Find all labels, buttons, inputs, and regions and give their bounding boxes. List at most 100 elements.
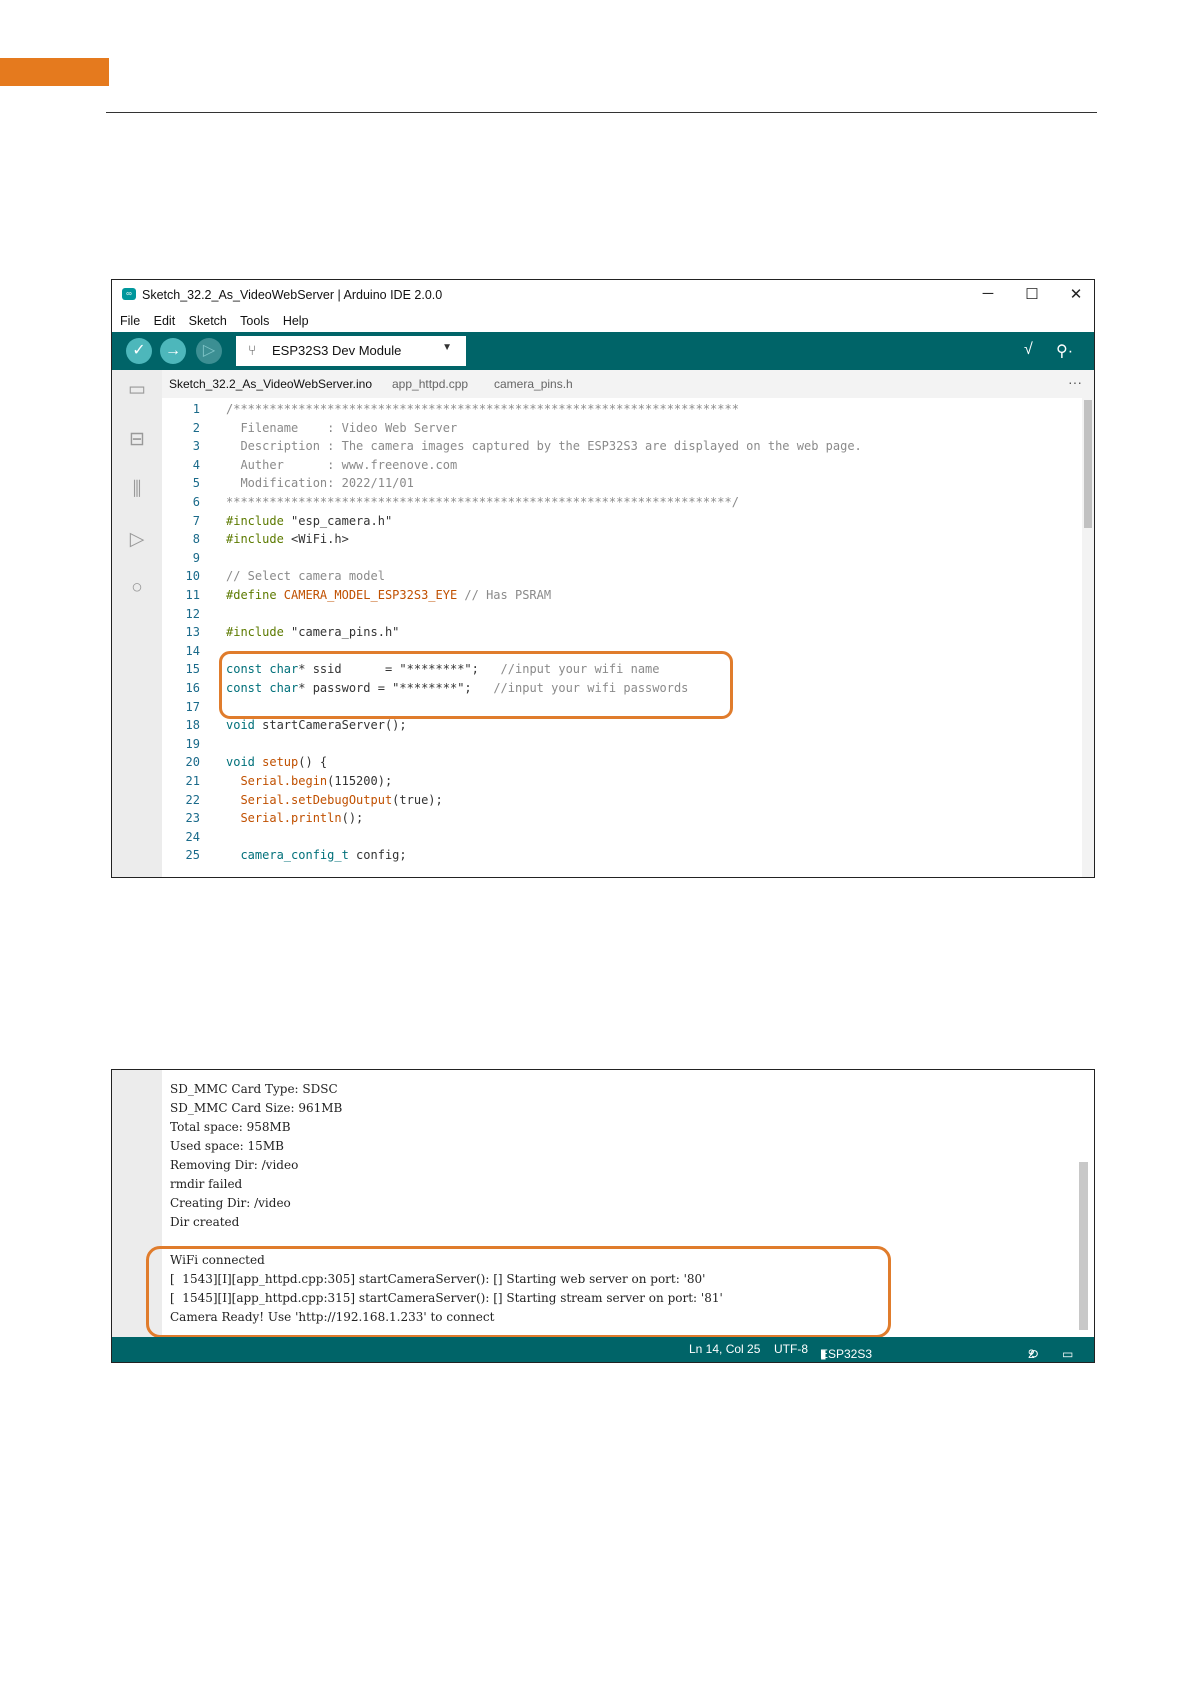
line-number: 2 xyxy=(192,420,200,435)
code-text: ****************************************… xyxy=(226,495,739,509)
tab-sketch[interactable]: Sketch_32.2_As_VideoWebServer.ino xyxy=(169,377,372,391)
code-text: void setup() { xyxy=(226,755,327,769)
code-line[interactable]: 12 xyxy=(162,607,1082,626)
verify-button[interactable]: ✓ xyxy=(126,338,152,364)
code-line[interactable]: 25 camera_config_t config; xyxy=(162,848,1082,867)
line-number: 7 xyxy=(192,513,200,528)
serial-plotter-button[interactable]: √ xyxy=(1024,341,1033,359)
line-number: 6 xyxy=(192,495,200,509)
code-line[interactable]: 13 #include "camera_pins.h" xyxy=(162,625,1082,644)
line-number: 5 xyxy=(192,476,200,491)
serial-line: Total space: 958MB xyxy=(170,1120,291,1134)
status-bar: Ln 14, Col 25 UTF-8 ▮ESP32S3 Dev Module … xyxy=(112,1337,1094,1362)
code-token: (); xyxy=(341,811,364,826)
board-manager-icon[interactable]: ⊟ xyxy=(125,428,149,452)
server-info-highlight xyxy=(146,1246,891,1338)
folder-icon[interactable]: ▭ xyxy=(125,378,149,402)
maximize-button[interactable]: ☐ xyxy=(1022,285,1042,303)
tab-app-httpd[interactable]: app_httpd.cpp xyxy=(392,377,468,391)
menu-help[interactable]: Help xyxy=(283,314,309,328)
cursor-position[interactable]: Ln 14, Col 25 xyxy=(689,1342,760,1356)
code-token: startCameraServer(); xyxy=(262,718,407,733)
code-line[interactable]: 1 /**************************************… xyxy=(162,402,1082,421)
search-icon[interactable]: ○ xyxy=(125,576,149,600)
code-token: Filename : Video Web Server xyxy=(226,420,458,435)
serial-scrollbar[interactable] xyxy=(1079,1162,1088,1330)
code-token: <WiFi.h> xyxy=(291,532,349,547)
code-text: Serial.setDebugOutput(true); xyxy=(226,792,443,807)
close-button[interactable]: ✕ xyxy=(1066,285,1086,303)
line-number: 23 xyxy=(185,811,200,826)
code-line[interactable]: 21 Serial.begin(115200); xyxy=(162,774,1082,793)
code-token: (true); xyxy=(392,792,443,807)
code-line[interactable]: 18 void startCameraServer(); xyxy=(162,718,1082,737)
serial-monitor-button[interactable]: ⚲· xyxy=(1056,341,1073,361)
menu-bar: File Edit Sketch Tools Help xyxy=(120,314,319,328)
code-editor[interactable]: 1 /**************************************… xyxy=(162,398,1082,877)
code-token: (115200); xyxy=(327,774,393,788)
code-token: void xyxy=(226,755,263,770)
code-text: /***************************************… xyxy=(226,402,739,416)
line-number: 10 xyxy=(185,569,200,584)
code-token: Description : The camera images captured… xyxy=(226,439,862,454)
line-number: 21 xyxy=(185,774,200,788)
menu-tools[interactable]: Tools xyxy=(240,314,269,328)
serial-monitor-icon: ⚲· xyxy=(1056,343,1074,360)
editor-scrollbar[interactable] xyxy=(1082,398,1094,877)
code-token: () { xyxy=(298,755,328,770)
menu-sketch[interactable]: Sketch xyxy=(189,314,227,328)
code-token: #include xyxy=(226,532,292,547)
code-token: // Has PSRAM xyxy=(457,588,552,602)
code-line[interactable]: 9 xyxy=(162,551,1082,570)
library-icon[interactable]: ⫼ xyxy=(125,478,149,502)
code-token: #include xyxy=(226,513,292,528)
code-line[interactable]: 8 #include <WiFi.h> xyxy=(162,532,1082,551)
code-token: // Select camera model xyxy=(226,569,385,584)
upload-button[interactable]: → xyxy=(160,338,186,364)
code-text: Filename : Video Web Server xyxy=(226,421,457,435)
board-selector[interactable]: ⑂ ESP32S3 Dev Module ▼ xyxy=(236,336,466,366)
code-text: void startCameraServer(); xyxy=(226,718,407,732)
code-line[interactable]: 19 xyxy=(162,737,1082,756)
code-line[interactable]: 3 Description : The camera images captur… xyxy=(162,439,1082,458)
code-line[interactable]: 4 Auther : www.freenove.com xyxy=(162,458,1082,477)
code-line[interactable]: 11 #define CAMERA_MODEL_ESP32S3_EYE // Ha… xyxy=(162,588,1082,607)
code-token: Auther : www.freenove.com xyxy=(226,457,458,472)
code-line[interactable]: 2 Filename : Video Web Server xyxy=(162,421,1082,440)
code-line[interactable]: 20 void setup() { xyxy=(162,755,1082,774)
code-token: "camera_pins.h" xyxy=(291,625,400,640)
arrow-right-icon: → xyxy=(165,342,181,359)
code-line[interactable]: 6 ***************************************… xyxy=(162,495,1082,514)
line-number: 16 xyxy=(185,681,200,695)
code-token: #include xyxy=(226,625,292,640)
code-text: camera_config_t config; xyxy=(226,848,406,862)
menu-file[interactable]: File xyxy=(120,314,140,328)
line-number: 14 xyxy=(185,643,200,658)
debug-icon[interactable]: ▷ xyxy=(125,528,149,552)
notification-count: 2 xyxy=(1028,1347,1035,1361)
code-line[interactable]: 24 xyxy=(162,830,1082,849)
menu-edit[interactable]: Edit xyxy=(154,314,176,328)
arduino-ide-window: ∞ Sketch_32.2_As_VideoWebServer | Arduin… xyxy=(111,279,1095,878)
code-token: #define xyxy=(226,588,284,602)
code-line[interactable]: 5 Modification: 2022/11/01 xyxy=(162,476,1082,495)
code-line[interactable]: 22 Serial.setDebugOutput(true); xyxy=(162,793,1082,812)
tabs-more-button[interactable]: ··· xyxy=(1068,374,1082,390)
code-line[interactable]: 10 // Select camera model xyxy=(162,569,1082,588)
minimize-button[interactable]: ─ xyxy=(978,285,998,302)
line-number: 19 xyxy=(185,736,200,751)
file-encoding[interactable]: UTF-8 xyxy=(774,1342,808,1356)
check-icon: ✓ xyxy=(132,342,146,359)
line-number: 22 xyxy=(185,792,200,807)
code-token: Serial.println xyxy=(226,811,342,826)
tab-camera-pins[interactable]: camera_pins.h xyxy=(494,377,573,391)
code-text: #include "esp_camera.h" xyxy=(226,514,392,528)
serial-line: rmdir failed xyxy=(170,1177,243,1191)
line-number: 25 xyxy=(185,848,200,863)
code-line[interactable]: 7 #include "esp_camera.h" xyxy=(162,514,1082,533)
code-line[interactable]: 23 Serial.println(); xyxy=(162,811,1082,830)
code-text: #define CAMERA_MODEL_ESP32S3_EYE // Has … xyxy=(226,588,551,602)
debug-button[interactable]: ▷ xyxy=(196,338,222,364)
scrollbar-thumb[interactable] xyxy=(1084,400,1092,528)
code-token: Serial.begin xyxy=(226,774,328,788)
